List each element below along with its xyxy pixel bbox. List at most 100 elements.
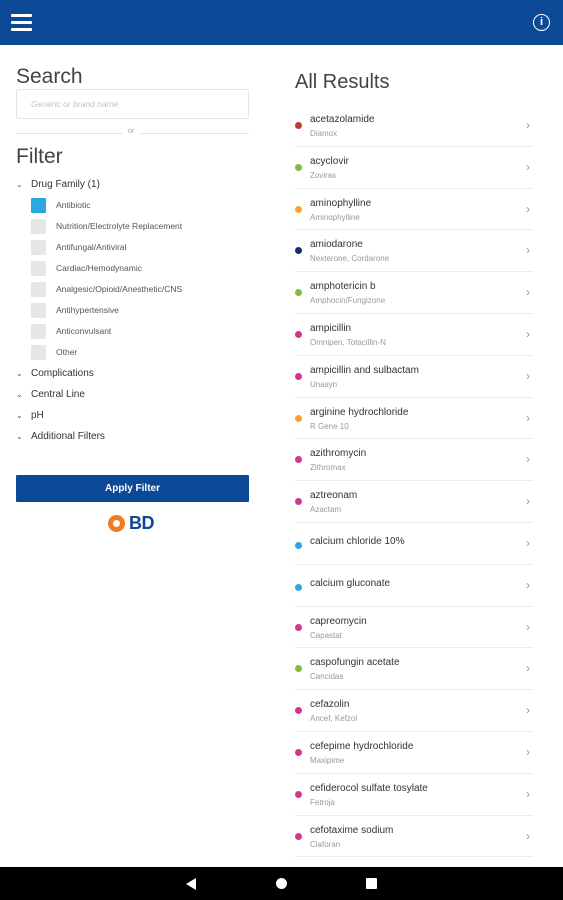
checkbox-unchecked[interactable] — [31, 345, 46, 360]
chevron-right-icon: › — [526, 661, 530, 676]
drug-name: cefepime hydrochloride — [310, 741, 414, 752]
drug-name: cefotaxime sodium — [310, 824, 394, 836]
brand-name: Fetroja — [310, 797, 335, 807]
checkbox-antifungal-antiviral[interactable]: Antifungal/Antiviral — [31, 239, 249, 257]
section-complications[interactable]: ⌄ Complications — [16, 366, 249, 384]
section-central-line[interactable]: ⌄ Central Line — [16, 387, 249, 405]
checkbox-unchecked[interactable] — [31, 219, 46, 234]
result-item[interactable]: cefepime hydrochloride Maxipime › — [295, 732, 533, 774]
brand-name: Capastat — [310, 630, 343, 640]
checkbox-antibiotic[interactable]: Antibiotic — [31, 197, 249, 215]
brand-name: Unasyn — [310, 379, 338, 389]
result-item[interactable]: cefiderocol sulfate tosylate Fetroja › — [295, 774, 533, 816]
checkbox-checked[interactable] — [31, 198, 46, 213]
result-item[interactable]: cefazolin Ancef, Kefzol › — [295, 690, 533, 732]
brand-name: Omnipen, Totacillin-N — [310, 338, 386, 347]
drug-family-dot-icon — [295, 665, 302, 673]
checkbox-other[interactable]: Other — [31, 344, 249, 362]
drug-family-dot-icon — [295, 707, 302, 715]
checkbox-unchecked[interactable] — [31, 261, 46, 276]
drug-family-dot-icon — [295, 790, 302, 798]
section-label: Complications — [31, 368, 94, 379]
checkbox-cardiac-hemodynamic[interactable]: Cardiac/Hemodynamic — [31, 260, 249, 278]
home-icon[interactable] — [276, 878, 287, 889]
result-item[interactable]: amphotericin b Amphocin/Fungizone › — [295, 272, 533, 314]
brand-name: Zovirax — [310, 170, 337, 180]
brand-name: R Gene 10 — [310, 421, 349, 431]
chevron-right-icon: › — [526, 159, 530, 174]
chevron-right-icon: › — [526, 786, 530, 801]
drug-family-dot-icon — [295, 414, 302, 422]
bd-logo-mark-icon — [108, 515, 125, 532]
chevron-right-icon: › — [526, 118, 530, 132]
drug-family-dot-icon — [295, 498, 302, 506]
hamburger-menu-icon[interactable] — [11, 14, 32, 31]
chevron-right-icon: › — [526, 201, 530, 216]
checkbox-unchecked[interactable] — [31, 303, 46, 318]
search-heading: Search — [16, 65, 83, 88]
app-bar: i — [0, 0, 563, 45]
chevron-right-icon: › — [526, 745, 530, 759]
drug-name: ampicillin — [310, 323, 352, 334]
result-item[interactable]: ampicillin and sulbactam Unasyn › — [295, 356, 533, 398]
section-label: Central Line — [31, 389, 85, 400]
chevron-right-icon: › — [526, 828, 530, 843]
checkbox-unchecked[interactable] — [31, 324, 46, 339]
result-item[interactable]: calcium chloride 10% › — [295, 523, 533, 565]
drug-family-dot-icon — [295, 247, 302, 255]
result-item[interactable]: capreomycin Capastat › — [295, 607, 533, 649]
result-item[interactable]: acyclovir Zovirax › — [295, 147, 533, 189]
divider-line — [140, 133, 249, 134]
checkbox-unchecked[interactable] — [31, 240, 46, 255]
brand-name: Azactam — [310, 505, 342, 515]
bd-logo: BD — [108, 513, 162, 535]
drug-name: amiodarone — [310, 239, 363, 251]
result-item[interactable]: aztreonam Azactam › — [295, 481, 533, 523]
divider-line — [16, 133, 122, 134]
checkbox-anticonvulsant[interactable]: Anticonvulsant — [31, 323, 249, 341]
chevron-right-icon: › — [526, 703, 530, 718]
checkbox-antihypertensive[interactable]: Antihypertensive — [31, 302, 249, 320]
result-item[interactable]: arginine hydrochloride R Gene 10 › — [295, 398, 533, 440]
checkbox-unchecked[interactable] — [31, 282, 46, 297]
checkbox-label: Antibiotic — [56, 200, 91, 210]
checkbox-label: Other — [56, 347, 78, 357]
result-item[interactable]: acetazolamide Diamox › — [295, 105, 533, 147]
filter-heading: Filter — [16, 145, 63, 168]
checkbox-label: Antifungal/Antiviral — [56, 242, 127, 252]
drug-name: ampicillin and sulbactam — [310, 364, 419, 376]
apply-filter-button[interactable]: Apply Filter — [16, 475, 249, 502]
chevron-down-icon: ⌄ — [16, 411, 23, 420]
drug-name: caspofungin acetate — [310, 657, 400, 669]
checkbox-nutrition-electrolyte[interactable]: Nutrition/Electrolyte Replacement — [31, 218, 249, 236]
info-icon[interactable]: i — [533, 14, 550, 31]
brand-name: Diamox — [310, 129, 338, 138]
checkbox-label: Cardiac/Hemodynamic — [56, 263, 142, 273]
drug-family-dot-icon — [295, 289, 302, 297]
result-item[interactable]: ampicillin Omnipen, Totacillin-N › — [295, 314, 533, 356]
section-label: pH — [31, 410, 44, 421]
or-label: or — [127, 128, 135, 135]
checkbox-analgesic[interactable]: Analgesic/Opioid/Anesthetic/CNS — [31, 281, 249, 299]
result-item[interactable]: azithromycin Zithromax › — [295, 439, 533, 482]
back-icon[interactable] — [186, 878, 196, 890]
brand-name: Ancef, Kefzol — [310, 714, 358, 724]
chevron-down-icon: ⌄ — [16, 369, 23, 378]
chevron-right-icon: › — [526, 619, 530, 634]
section-drug-family[interactable]: ⌄ Drug Family (1) — [16, 177, 249, 195]
drug-name: calcium gluconate — [310, 577, 391, 589]
chevron-right-icon: › — [526, 410, 530, 425]
brand-name: Cancidas — [310, 672, 344, 682]
drug-family-dot-icon — [295, 372, 302, 380]
result-item[interactable]: cefotaxime sodium Claforan › — [295, 816, 533, 858]
result-item[interactable]: aminophylline Aminophylline › — [295, 189, 533, 231]
recent-apps-icon[interactable] — [366, 878, 377, 889]
section-ph[interactable]: ⌄ pH — [16, 408, 249, 426]
result-item[interactable]: amiodarone Nexterone, Cordarone › — [295, 230, 533, 273]
result-item[interactable]: calcium gluconate › — [295, 565, 533, 607]
drug-name: cefiderocol sulfate tosylate — [310, 782, 428, 794]
section-additional-filters[interactable]: ⌄ Additional Filters — [16, 429, 249, 447]
search-input[interactable] — [16, 89, 249, 119]
result-item[interactable]: caspofungin acetate Cancidas › — [295, 648, 533, 691]
drug-name: cefazolin — [310, 699, 350, 711]
